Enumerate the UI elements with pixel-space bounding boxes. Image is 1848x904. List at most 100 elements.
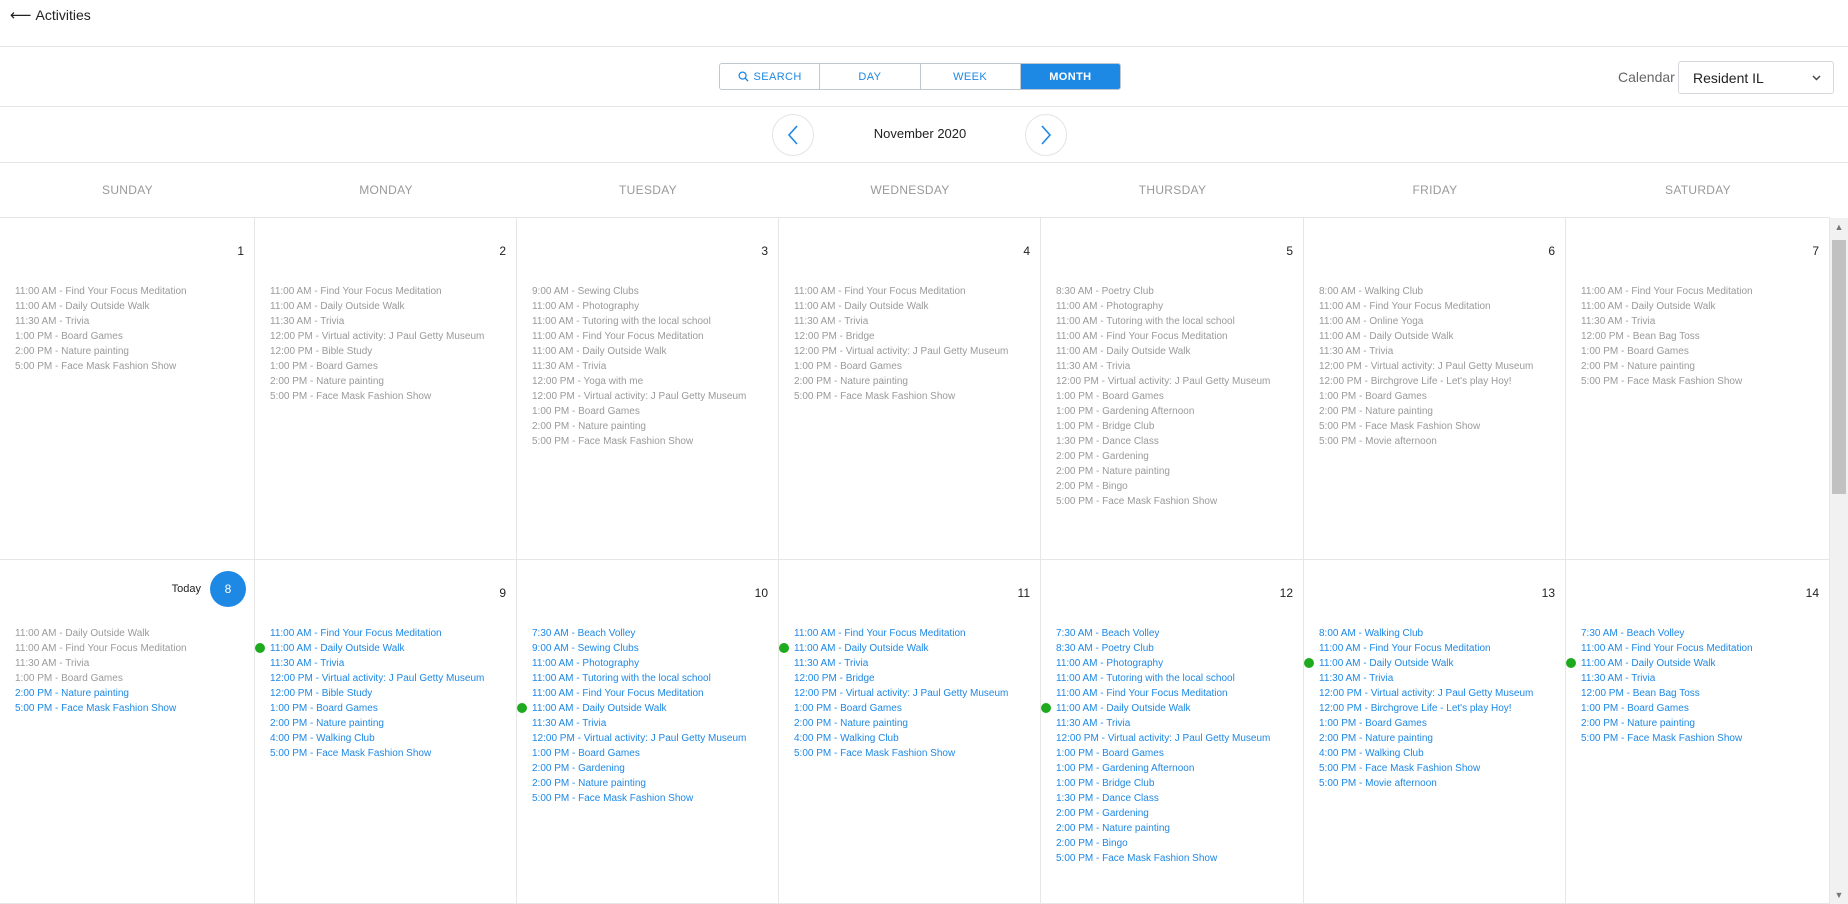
event-item[interactable]: 11:00 AM - Daily Outside Walk	[255, 641, 508, 656]
scrollbar-thumb[interactable]	[1832, 240, 1846, 494]
event-item[interactable]: 12:00 PM - Virtual activity: J Paul Gett…	[532, 731, 770, 746]
event-item[interactable]: 1:00 PM - Board Games	[794, 701, 1032, 716]
event-item[interactable]: 11:00 AM - Daily Outside Walk	[15, 299, 246, 314]
event-item[interactable]: 11:00 AM - Daily Outside Walk	[1581, 299, 1821, 314]
event-item[interactable]: 4:00 PM - Walking Club	[794, 731, 1032, 746]
event-item[interactable]: 5:00 PM - Face Mask Fashion Show	[794, 389, 1032, 404]
event-item[interactable]: 11:30 AM - Trivia	[270, 314, 508, 329]
grid-scrollbar[interactable]: ▲ ▼	[1830, 218, 1848, 904]
event-item[interactable]: 11:00 AM - Photography	[1056, 299, 1295, 314]
event-item[interactable]: 12:00 PM - Yoga with me	[532, 374, 770, 389]
event-item[interactable]: 1:00 PM - Board Games	[1581, 344, 1821, 359]
event-item[interactable]: 2:00 PM - Nature painting	[1319, 404, 1557, 419]
event-item[interactable]: 5:00 PM - Face Mask Fashion Show	[1581, 374, 1821, 389]
event-item[interactable]: 11:00 AM - Online Yoga	[1319, 314, 1557, 329]
event-item[interactable]: 11:00 AM - Find Your Focus Meditation	[1056, 329, 1295, 344]
event-item[interactable]: 1:00 PM - Board Games	[794, 359, 1032, 374]
event-item[interactable]: 11:30 AM - Trivia	[1319, 344, 1557, 359]
event-item[interactable]: 1:00 PM - Board Games	[270, 701, 508, 716]
event-item[interactable]: 1:00 PM - Bridge Club	[1056, 419, 1295, 434]
event-item[interactable]: 2:00 PM - Nature painting	[794, 374, 1032, 389]
event-item[interactable]: 2:00 PM - Nature painting	[794, 716, 1032, 731]
event-item[interactable]: 12:00 PM - Virtual activity: J Paul Gett…	[532, 389, 770, 404]
event-item[interactable]: 11:30 AM - Trivia	[1319, 671, 1557, 686]
event-item[interactable]: 11:00 AM - Find Your Focus Meditation	[532, 686, 770, 701]
event-item[interactable]: 2:00 PM - Nature painting	[532, 419, 770, 434]
event-item[interactable]: 4:00 PM - Walking Club	[270, 731, 508, 746]
event-item[interactable]: 12:00 PM - Virtual activity: J Paul Gett…	[270, 329, 508, 344]
event-item[interactable]: 11:00 AM - Find Your Focus Meditation	[1581, 284, 1821, 299]
event-item[interactable]: 5:00 PM - Face Mask Fashion Show	[1581, 731, 1821, 746]
event-item[interactable]: 7:30 AM - Beach Volley	[532, 626, 770, 641]
event-item[interactable]: 2:00 PM - Nature painting	[1581, 716, 1821, 731]
event-item[interactable]: 12:00 PM - Bridge	[794, 671, 1032, 686]
day-cell[interactable]: 13 8:00 AM - Walking Club 11:00 AM - Find …	[1304, 560, 1566, 904]
event-item[interactable]: 8:30 AM - Poetry Club	[1056, 641, 1295, 656]
event-item[interactable]: 5:00 PM - Face Mask Fashion Show	[1056, 494, 1295, 509]
day-view-button[interactable]: DAY	[820, 64, 921, 89]
event-item[interactable]: 11:30 AM - Trivia	[1581, 314, 1821, 329]
event-item[interactable]: 5:00 PM - Face Mask Fashion Show	[15, 359, 246, 374]
day-cell[interactable]: 9 11:00 AM - Find Your Focus Meditation 11…	[255, 560, 517, 904]
event-item[interactable]: 1:30 PM - Dance Class	[1056, 434, 1295, 449]
event-item[interactable]: 9:00 AM - Sewing Clubs	[532, 641, 770, 656]
event-item[interactable]: 1:00 PM - Board Games	[1056, 746, 1295, 761]
month-view-button[interactable]: MONTH	[1020, 64, 1120, 89]
event-item[interactable]: 5:00 PM - Face Mask Fashion Show	[532, 791, 770, 806]
event-item[interactable]: 11:00 AM - Tutoring with the local schoo…	[1056, 671, 1295, 686]
event-item[interactable]: 11:30 AM - Trivia	[15, 656, 246, 671]
event-item[interactable]: 5:00 PM - Face Mask Fashion Show	[1319, 419, 1557, 434]
back-to-activities-link[interactable]: ⟵ Activities	[10, 6, 91, 24]
event-item[interactable]: 1:00 PM - Gardening Afternoon	[1056, 404, 1295, 419]
event-item[interactable]: 11:00 AM - Photography	[532, 656, 770, 671]
event-item[interactable]: 5:00 PM - Face Mask Fashion Show	[15, 701, 246, 716]
event-item[interactable]: 7:30 AM - Beach Volley	[1056, 626, 1295, 641]
event-item[interactable]: 5:00 PM - Face Mask Fashion Show	[1056, 851, 1295, 866]
day-cell[interactable]: 3 9:00 AM - Sewing Clubs 11:00 AM - Photog…	[517, 218, 779, 560]
event-item[interactable]: 2:00 PM - Bingo	[1056, 479, 1295, 494]
event-item[interactable]: 11:30 AM - Trivia	[794, 656, 1032, 671]
event-item[interactable]: 12:00 PM - Bean Bag Toss	[1581, 686, 1821, 701]
event-item[interactable]: 1:00 PM - Gardening Afternoon	[1056, 761, 1295, 776]
event-item[interactable]: 11:00 AM - Find Your Focus Meditation	[794, 284, 1032, 299]
event-item[interactable]: 11:00 AM - Daily Outside Walk	[1319, 329, 1557, 344]
event-item[interactable]: 11:00 AM - Find Your Focus Meditation	[532, 329, 770, 344]
event-item[interactable]: 11:00 AM - Find Your Focus Meditation	[1581, 641, 1821, 656]
event-item[interactable]: 12:00 PM - Bridge	[794, 329, 1032, 344]
event-item[interactable]: 2:00 PM - Bingo	[1056, 836, 1295, 851]
event-item[interactable]: 11:00 AM - Daily Outside Walk	[15, 626, 246, 641]
event-item[interactable]: 11:30 AM - Trivia	[532, 716, 770, 731]
event-item[interactable]: 1:00 PM - Bridge Club	[1056, 776, 1295, 791]
week-view-button[interactable]: WEEK	[920, 64, 1021, 89]
event-item[interactable]: 11:30 AM - Trivia	[270, 656, 508, 671]
event-item[interactable]: 11:00 AM - Find Your Focus Meditation	[15, 641, 246, 656]
event-item[interactable]: 12:00 PM - Bible Study	[270, 344, 508, 359]
event-item[interactable]: 11:00 AM - Daily Outside Walk	[270, 299, 508, 314]
event-item[interactable]: 2:00 PM - Nature painting	[532, 776, 770, 791]
event-item[interactable]: 5:00 PM - Face Mask Fashion Show	[270, 389, 508, 404]
event-item[interactable]: 11:30 AM - Trivia	[1056, 359, 1295, 374]
scroll-up-arrow-icon[interactable]: ▲	[1830, 220, 1848, 234]
event-item[interactable]: 8:00 AM - Walking Club	[1319, 626, 1557, 641]
event-item[interactable]: 11:00 AM - Tutoring with the local schoo…	[1056, 314, 1295, 329]
event-item[interactable]: 11:00 AM - Daily Outside Walk	[1566, 656, 1821, 671]
event-item[interactable]: 2:00 PM - Nature painting	[15, 686, 246, 701]
event-item[interactable]: 11:00 AM - Find Your Focus Meditation	[1319, 299, 1557, 314]
day-cell[interactable]: 11 11:00 AM - Find Your Focus Meditation 1…	[779, 560, 1041, 904]
event-item[interactable]: 2:00 PM - Nature painting	[1056, 464, 1295, 479]
event-item[interactable]: 1:00 PM - Board Games	[532, 746, 770, 761]
event-item[interactable]: 12:00 PM - Birchgrove Life - Let's play …	[1319, 374, 1557, 389]
event-item[interactable]: 2:00 PM - Nature painting	[15, 344, 246, 359]
event-item[interactable]: 5:00 PM - Face Mask Fashion Show	[794, 746, 1032, 761]
event-item[interactable]: 11:00 AM - Find Your Focus Meditation	[1056, 686, 1295, 701]
event-item[interactable]: 5:00 PM - Movie afternoon	[1319, 434, 1557, 449]
event-item[interactable]: 11:00 AM - Daily Outside Walk	[532, 344, 770, 359]
event-item[interactable]: 1:00 PM - Board Games	[532, 404, 770, 419]
event-item[interactable]: 11:00 AM - Daily Outside Walk	[794, 299, 1032, 314]
event-item[interactable]: 2:00 PM - Nature painting	[1581, 359, 1821, 374]
event-item[interactable]: 11:00 AM - Find Your Focus Meditation	[1319, 641, 1557, 656]
event-item[interactable]: 2:00 PM - Gardening	[1056, 806, 1295, 821]
event-item[interactable]: 2:00 PM - Nature painting	[270, 716, 508, 731]
event-item[interactable]: 11:00 AM - Photography	[1056, 656, 1295, 671]
event-item[interactable]: 12:00 PM - Bean Bag Toss	[1581, 329, 1821, 344]
